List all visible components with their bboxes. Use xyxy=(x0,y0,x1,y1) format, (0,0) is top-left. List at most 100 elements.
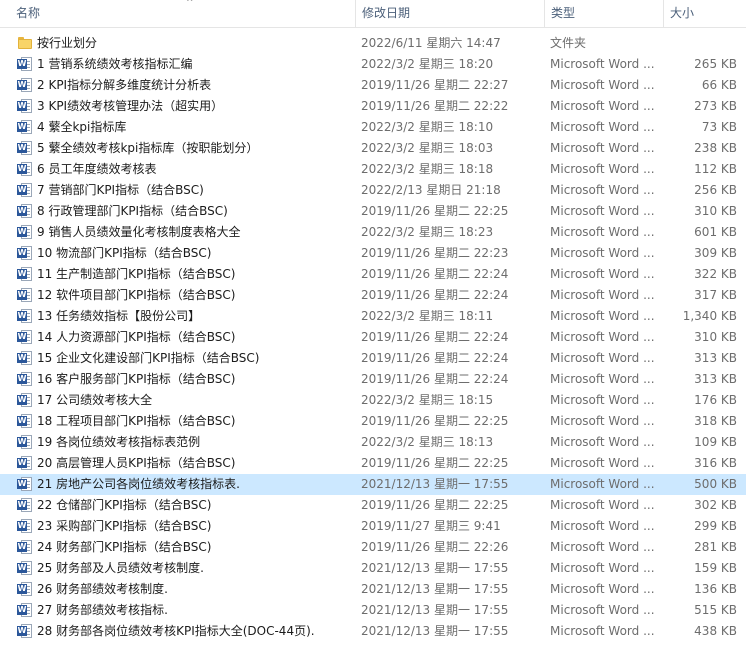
file-size: 313 KB xyxy=(694,372,737,386)
word-document-icon: W xyxy=(17,203,33,219)
file-modified-date: 2019/11/26 星期二 22:24 xyxy=(361,351,509,365)
file-row[interactable]: W 10 物流部门KPI指标（结合BSC) 2019/11/26 星期二 22:23… xyxy=(0,243,746,264)
file-name: 19 各岗位绩效考核指标表范例 xyxy=(37,435,201,449)
column-header-date-label: 修改日期 xyxy=(362,6,411,20)
file-size: 318 KB xyxy=(694,414,737,428)
file-row[interactable]: W 1 营销系统绩效考核指标汇编 2022/3/2 星期三 18:20 Microso… xyxy=(0,54,746,75)
file-row[interactable]: W 25 财务部及人员绩效考核制度. 2021/12/13 星期一 17:55 Mic… xyxy=(0,558,746,579)
file-row[interactable]: W 8 行政管理部门KPI指标（结合BSC) 2019/11/26 星期二 22:2… xyxy=(0,201,746,222)
file-size: 265 KB xyxy=(694,57,737,71)
file-size xyxy=(662,33,737,54)
file-name: 10 物流部门KPI指标（结合BSC) xyxy=(37,246,212,260)
column-header-size-label: 大小 xyxy=(670,6,695,20)
file-size: 310 KB xyxy=(694,330,737,344)
file-modified-date: 2022/3/2 星期三 18:10 xyxy=(361,120,494,134)
word-document-icon: W xyxy=(17,434,33,450)
file-name: 14 人力资源部门KPI指标（结合BSC) xyxy=(37,330,236,344)
file-size: 299 KB xyxy=(694,519,737,533)
file-row[interactable]: W 5 蘩全绩效考核kpi指标库（按职能划分） 2022/3/2 星期三 18:03… xyxy=(0,138,746,159)
file-type: Microsoft Word ... xyxy=(550,435,655,449)
word-document-icon: W xyxy=(17,413,33,429)
file-name: 18 工程项目部门KPI指标（结合BSC) xyxy=(37,414,236,428)
file-type: Microsoft Word ... xyxy=(550,267,655,281)
word-document-icon: W xyxy=(17,77,33,93)
file-row[interactable]: W 20 高层管理人员KPI指标（结合BSC) 2019/11/26 星期二 22:… xyxy=(0,453,746,474)
file-name: 23 采购部门KPI指标（结合BSC) xyxy=(37,519,212,533)
word-document-icon: W xyxy=(17,119,33,135)
word-document-icon: W xyxy=(17,455,33,471)
file-modified-date: 2019/11/26 星期二 22:25 xyxy=(361,498,509,512)
file-row[interactable]: W 7 营销部门KPI指标（结合BSC) 2022/2/13 星期日 21:18 Mi… xyxy=(0,180,746,201)
file-size: 159 KB xyxy=(694,561,737,575)
file-row[interactable]: W 14 人力资源部门KPI指标（结合BSC) 2019/11/26 星期二 22:… xyxy=(0,327,746,348)
file-row[interactable]: W 26 财务部绩效考核制度. 2021/12/13 星期一 17:55 Micros… xyxy=(0,579,746,600)
word-document-icon: W xyxy=(17,539,33,555)
file-type: Microsoft Word ... xyxy=(550,120,655,134)
file-row[interactable]: W 2 KPI指标分解多维度统计分析表 2019/11/26 星期二 22:27 Mi… xyxy=(0,75,746,96)
file-type: Microsoft Word ... xyxy=(550,561,655,575)
file-type: Microsoft Word ... xyxy=(550,414,655,428)
word-document-icon: W xyxy=(17,266,33,282)
file-name: 22 仓储部门KPI指标（结合BSC) xyxy=(37,498,212,512)
file-size: 281 KB xyxy=(694,540,737,554)
file-modified-date: 2022/3/2 星期三 18:13 xyxy=(361,435,494,449)
word-document-icon: W xyxy=(17,224,33,240)
word-document-icon: W xyxy=(17,560,33,576)
column-header-type[interactable]: 类型 xyxy=(544,0,662,27)
file-type: Microsoft Word ... xyxy=(550,351,655,365)
file-row[interactable]: W 12 软件项目部门KPI指标（结合BSC) 2019/11/26 星期二 22:… xyxy=(0,285,746,306)
file-row[interactable]: W 27 财务部绩效考核指标. 2021/12/13 星期一 17:55 Micros… xyxy=(0,600,746,621)
word-document-icon: W xyxy=(17,308,33,324)
file-row[interactable]: W 17 公司绩效考核大全 2022/3/2 星期三 18:15 Microsoft … xyxy=(0,390,746,411)
file-type: Microsoft Word ... xyxy=(550,225,655,239)
file-row[interactable]: W 19 各岗位绩效考核指标表范例 2022/3/2 星期三 18:13 Micros… xyxy=(0,432,746,453)
file-row[interactable]: W 16 客户服务部门KPI指标（结合BSC) 2019/11/26 星期二 22:… xyxy=(0,369,746,390)
file-modified-date: 2019/11/26 星期二 22:25 xyxy=(361,204,509,218)
file-row[interactable]: W 11 生产制造部门KPI指标（结合BSC) 2019/11/26 星期二 22:… xyxy=(0,264,746,285)
file-row[interactable]: W 6 员工年度绩效考核表 2022/3/2 星期三 18:18 Microsoft … xyxy=(0,159,746,180)
file-type: Microsoft Word ... xyxy=(550,456,655,470)
file-size: 109 KB xyxy=(694,435,737,449)
file-name: 4 蘩全kpi指标库 xyxy=(37,120,127,134)
file-size: 515 KB xyxy=(694,603,737,617)
file-type: Microsoft Word ... xyxy=(550,204,655,218)
file-modified-date: 2019/11/26 星期二 22:24 xyxy=(361,267,509,281)
file-row[interactable]: W 3 KPI绩效考核管理办法（超实用） 2019/11/26 星期二 22:22 M… xyxy=(0,96,746,117)
file-name: 12 软件项目部门KPI指标（结合BSC) xyxy=(37,288,236,302)
file-row[interactable]: W 21 房地产公司各岗位绩效考核指标表. 2021/12/13 星期一 17:55… xyxy=(0,474,746,495)
file-size: 256 KB xyxy=(694,183,737,197)
file-row[interactable]: W 18 工程项目部门KPI指标（结合BSC) 2019/11/26 星期二 22:… xyxy=(0,411,746,432)
file-modified-date: 2021/12/13 星期一 17:55 xyxy=(361,561,509,575)
folder-row[interactable]: 按行业划分 2022/6/11 星期六 14:47 文件夹 xyxy=(0,33,746,54)
file-row[interactable]: W 28 财务部各岗位绩效考核KPI指标大全(DOC-44页). 2021/12/1… xyxy=(0,621,746,642)
file-row[interactable]: W 22 仓储部门KPI指标（结合BSC) 2019/11/26 星期二 22:25… xyxy=(0,495,746,516)
file-name: 6 员工年度绩效考核表 xyxy=(37,162,157,176)
file-modified-date: 2019/11/26 星期二 22:26 xyxy=(361,540,509,554)
column-header-size[interactable]: 大小 xyxy=(663,0,746,27)
file-type: Microsoft Word ... xyxy=(550,540,655,554)
file-name: 27 财务部绩效考核指标. xyxy=(37,603,168,617)
file-size: 136 KB xyxy=(694,582,737,596)
file-name: 28 财务部各岗位绩效考核KPI指标大全(DOC-44页). xyxy=(37,624,315,638)
file-modified-date: 2022/3/2 星期三 18:20 xyxy=(361,57,494,71)
file-row[interactable]: W 15 企业文化建设部门KPI指标（结合BSC) 2019/11/26 星期二 2… xyxy=(0,348,746,369)
file-type: Microsoft Word ... xyxy=(550,141,655,155)
file-row[interactable]: W 4 蘩全kpi指标库 2022/3/2 星期三 18:10 Microsoft W… xyxy=(0,117,746,138)
file-type: Microsoft Word ... xyxy=(550,246,655,260)
file-modified-date: 2019/11/27 星期三 9:41 xyxy=(361,519,501,533)
file-row[interactable]: W 9 销售人员绩效量化考核制度表格大全 2022/3/2 星期三 18:23 Mic… xyxy=(0,222,746,243)
word-document-icon: W xyxy=(17,497,33,513)
word-document-icon: W xyxy=(17,98,33,114)
column-header-name[interactable]: 名称 ^ xyxy=(10,0,354,27)
file-modified-date: 2019/11/26 星期二 22:24 xyxy=(361,372,509,386)
file-row[interactable]: W 13 任务绩效指标【股份公司】 2022/3/2 星期三 18:11 Micros… xyxy=(0,306,746,327)
file-modified-date: 2022/6/11 星期六 14:47 xyxy=(361,36,501,50)
column-header-date[interactable]: 修改日期 xyxy=(355,0,543,27)
word-document-icon: W xyxy=(17,350,33,366)
file-row[interactable]: W 24 财务部门KPI指标（结合BSC) 2019/11/26 星期二 22:26… xyxy=(0,537,746,558)
column-header-type-label: 类型 xyxy=(551,6,576,20)
word-document-icon: W xyxy=(17,623,33,639)
file-row[interactable]: W 23 采购部门KPI指标（结合BSC) 2019/11/27 星期三 9:41 M… xyxy=(0,516,746,537)
file-size: 112 KB xyxy=(694,162,737,176)
file-modified-date: 2022/2/13 星期日 21:18 xyxy=(361,183,501,197)
